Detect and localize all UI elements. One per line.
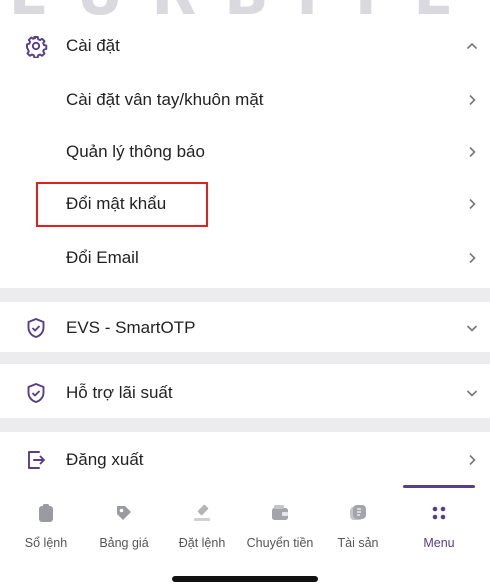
shield-check-icon [27,318,45,338]
wallet-icon [272,505,288,520]
tab-assets[interactable]: Tài sản [320,480,396,560]
logout-icon [28,451,45,469]
home-indicator [172,576,318,582]
settings-item-notifications[interactable]: Quản lý thông báo [0,130,490,174]
bottom-tab-bar: Sổ lệnh Bảng giá Đặt lệnh Chuyển tiền Tà… [0,480,490,560]
tab-label: Menu [423,536,455,550]
logout-row[interactable]: Đăng xuất [0,438,490,482]
chevron-right-icon [469,146,476,158]
tab-label: Đặt lệnh [178,536,226,550]
interest-support-section-header[interactable]: Hỗ trợ lãi suất [0,371,490,415]
settings-item-label: Quản lý thông báo [66,142,205,161]
tab-label: Bảng giá [99,536,149,550]
settings-item-label: Đổi Email [66,248,139,267]
interest-support-section-title: Hỗ trợ lãi suất [66,383,173,402]
chevron-down-icon [466,390,478,397]
highlight-box [36,182,208,227]
chevron-right-icon [469,252,476,264]
section-divider [0,352,490,364]
smartotp-section-title: EVS - SmartOTP [66,318,196,337]
smartotp-section-header[interactable]: EVS - SmartOTP [0,306,490,350]
chevron-right-icon [469,454,476,466]
settings-item-biometric[interactable]: Cài đặt vân tay/khuôn mặt [0,78,490,122]
settings-section-title: Cài đặt [66,36,120,55]
price-tag-icon [117,506,131,520]
section-divider [0,288,490,302]
assets-icon [350,505,366,520]
settings-item-label: Cài đặt vân tay/khuôn mặt [66,90,264,109]
settings-item-change-email[interactable]: Đổi Email [0,236,490,280]
tab-transfer[interactable]: Chuyển tiền [242,480,318,560]
gavel-icon [194,504,210,521]
chevron-up-icon [466,42,478,50]
shield-check-icon [27,383,45,403]
settings-section-header[interactable]: Cài đặt [0,24,490,68]
chevron-right-icon [469,94,476,106]
section-divider [0,418,490,432]
tab-order-book[interactable]: Sổ lệnh [8,480,84,560]
gear-icon [26,36,48,58]
tab-label: Tài sản [337,536,379,550]
watermark-logo: EURBITE [0,0,490,18]
chevron-down-icon [466,325,478,332]
tab-label: Sổ lệnh [24,536,68,550]
tab-price-board[interactable]: Bảng giá [86,480,162,560]
logout-label: Đăng xuất [66,450,144,469]
tab-menu[interactable]: Menu [401,480,477,560]
chevron-right-icon [469,198,476,210]
tab-place-order[interactable]: Đặt lệnh [164,480,240,560]
tab-label: Chuyển tiền [246,536,314,550]
menu-grid-icon [432,506,446,520]
clipboard-icon [39,504,53,522]
